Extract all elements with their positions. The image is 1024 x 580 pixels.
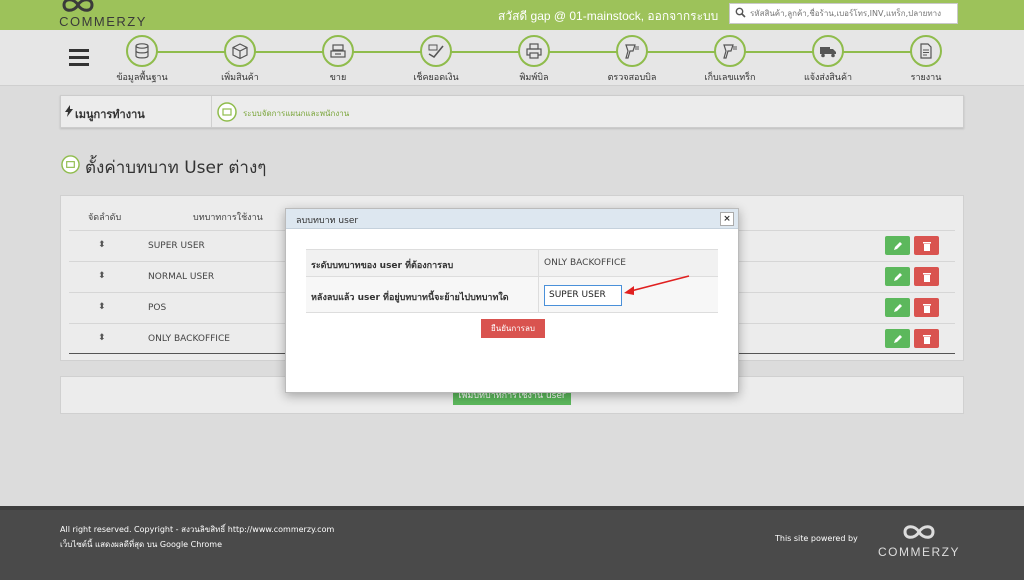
hamburger-menu-icon[interactable] bbox=[69, 49, 89, 67]
edit-button[interactable] bbox=[885, 267, 910, 286]
nav-step-sell[interactable]: ขาย bbox=[298, 35, 378, 84]
menu-title: เมนูการทำงาน bbox=[75, 108, 145, 121]
nav-step-verify-bill[interactable]: ตรวจสอบบิล bbox=[592, 35, 672, 84]
work-menu-bar: เมนูการทำงาน ระบบจัดการแผนกและพนักงาน bbox=[60, 95, 964, 128]
printer-icon bbox=[526, 43, 542, 59]
top-bar: COMMERZY สวัสดี gap @ 01-mainstock, ออกจ… bbox=[0, 0, 1024, 30]
box-icon bbox=[232, 43, 248, 60]
copyright-text: All right reserved. Copyright - สงวนลิขส… bbox=[60, 525, 335, 534]
nav-bar: ข้อมูลพื้นฐาน เพิ่มสินค้า ขาย เช็คยอดเงิ… bbox=[0, 30, 1024, 86]
search-input[interactable] bbox=[750, 6, 955, 21]
menu-link-dept-staff[interactable]: ระบบจัดการแผนกและพนักงาน bbox=[243, 107, 349, 120]
footer-logo-text: COMMERZY bbox=[878, 545, 960, 559]
edit-button[interactable] bbox=[885, 329, 910, 348]
nav-step-shipping[interactable]: แจ้งส่งสินค้า bbox=[788, 35, 868, 84]
divider bbox=[211, 96, 212, 127]
delete-button[interactable] bbox=[914, 236, 939, 255]
cash-register-icon bbox=[330, 44, 346, 58]
page-title: ตั้งค่าบทบาท User ต่างๆ bbox=[85, 158, 267, 178]
pencil-icon bbox=[893, 334, 902, 343]
delete-role-dialog: ลบบทบาท user × ระดับบทบาทของ user ที่ต้อ… bbox=[285, 208, 739, 393]
lightning-icon bbox=[65, 105, 73, 117]
trash-icon bbox=[922, 272, 931, 282]
powered-by-text: This site powered by bbox=[775, 534, 858, 543]
sort-handle-icon[interactable]: ⬍ bbox=[98, 240, 106, 250]
infinity-logo-icon bbox=[903, 525, 935, 539]
sort-handle-icon[interactable]: ⬍ bbox=[98, 302, 106, 312]
money-check-icon bbox=[428, 44, 444, 59]
nav-step-label: ขาย bbox=[329, 73, 347, 83]
dialog-title: ลบบทบาท user bbox=[296, 216, 359, 226]
sort-handle-icon[interactable]: ⬍ bbox=[98, 271, 106, 281]
report-icon bbox=[920, 43, 932, 59]
sort-handle-icon[interactable]: ⬍ bbox=[98, 333, 106, 343]
footer: All right reserved. Copyright - สงวนลิขส… bbox=[0, 506, 1024, 580]
trash-icon bbox=[922, 334, 931, 344]
nav-step-add-product[interactable]: เพิ่มสินค้า bbox=[200, 35, 280, 84]
browser-note: เว็บไซต์นี้ แสดงผลดีที่สุด บน Google Chr… bbox=[60, 540, 223, 549]
nav-step-basic-data[interactable]: ข้อมูลพื้นฐาน bbox=[102, 35, 182, 84]
trash-icon bbox=[922, 303, 931, 313]
pencil-icon bbox=[893, 303, 902, 312]
nav-step-check-balance[interactable]: เช็คยอดเงิน bbox=[396, 35, 476, 84]
column-header-order: จัดลำดับ bbox=[88, 213, 122, 223]
close-icon[interactable]: × bbox=[720, 212, 734, 226]
nav-step-tracking[interactable]: เก็บเลขแทร็ก bbox=[690, 35, 770, 84]
logo-text: COMMERZY bbox=[59, 14, 147, 29]
role-name: POS bbox=[148, 303, 167, 313]
role-name: ONLY BACKOFFICE bbox=[148, 334, 230, 344]
truck-icon bbox=[820, 47, 836, 58]
search-icon bbox=[735, 7, 746, 18]
delete-button[interactable] bbox=[914, 329, 939, 348]
trash-icon bbox=[922, 241, 931, 251]
nav-step-label: เช็คยอดเงิน bbox=[413, 73, 459, 83]
nav-step-report[interactable]: รายงาน bbox=[886, 35, 966, 84]
nav-step-label: เพิ่มสินค้า bbox=[221, 73, 259, 83]
database-icon bbox=[135, 43, 149, 59]
column-header-role: บทบาทการใช้งาน bbox=[193, 213, 263, 223]
delete-button[interactable] bbox=[914, 298, 939, 317]
role-to-delete-value: ONLY BACKOFFICE bbox=[544, 258, 626, 268]
nav-step-label: รายงาน bbox=[910, 73, 942, 83]
column-divider bbox=[538, 249, 539, 313]
users-icon bbox=[217, 102, 237, 122]
infinity-logo-icon bbox=[62, 0, 94, 12]
nav-step-label: ตรวจสอบบิล bbox=[607, 73, 657, 83]
role-to-delete-label: ระดับบทบาทของ user ที่ต้องการลบ bbox=[311, 261, 454, 271]
annotation-arrow-icon bbox=[624, 275, 690, 295]
role-name: NORMAL USER bbox=[148, 272, 215, 282]
nav-step-label: ข้อมูลพื้นฐาน bbox=[116, 73, 168, 83]
move-to-role-label: หลังลบแล้ว user ที่อยู่บทบาทนี้จะย้ายไปบ… bbox=[311, 293, 509, 303]
logo[interactable]: COMMERZY bbox=[58, 0, 148, 30]
barcode-scanner-icon bbox=[625, 44, 639, 59]
edit-button[interactable] bbox=[885, 236, 910, 255]
user-greeting[interactable]: สวัสดี gap @ 01-mainstock, ออกจากระบบ bbox=[498, 7, 718, 26]
pencil-icon bbox=[893, 241, 902, 250]
nav-step-print-bill[interactable]: พิมพ์บิล bbox=[494, 35, 574, 84]
search-box bbox=[729, 3, 958, 24]
role-name: SUPER USER bbox=[148, 241, 205, 251]
edit-button[interactable] bbox=[885, 298, 910, 317]
confirm-delete-button[interactable]: ยืนยันการลบ bbox=[481, 319, 545, 338]
dialog-header: ลบบทบาท user × bbox=[286, 209, 738, 229]
nav-step-label: เก็บเลขแทร็ก bbox=[704, 73, 756, 83]
footer-logo[interactable]: COMMERZY bbox=[873, 523, 965, 559]
delete-button[interactable] bbox=[914, 267, 939, 286]
nav-step-label: พิมพ์บิล bbox=[519, 73, 549, 83]
move-to-role-select[interactable]: SUPER USER bbox=[544, 285, 622, 306]
pencil-icon bbox=[893, 272, 902, 281]
nav-step-label: แจ้งส่งสินค้า bbox=[803, 73, 853, 83]
barcode-scanner-icon bbox=[723, 44, 737, 59]
users-icon bbox=[61, 155, 80, 174]
